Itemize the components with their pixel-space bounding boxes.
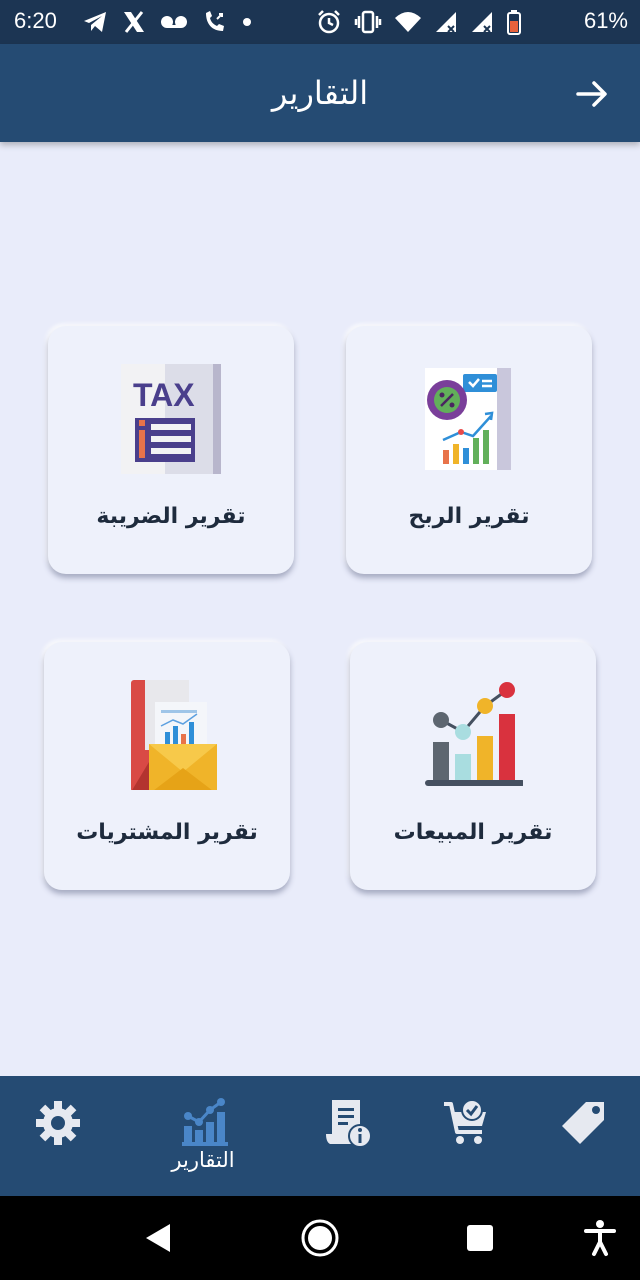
system-recents-button[interactable]: [458, 1216, 502, 1260]
status-time: 6:20: [14, 8, 57, 33]
nav-invoice-info[interactable]: [292, 1076, 402, 1196]
sales-report-icon: [423, 680, 525, 790]
purchases-report-label: تقرير المشتريات: [76, 820, 258, 845]
home-circle-icon: [301, 1219, 339, 1257]
app-bar: التقارير: [0, 44, 640, 142]
invoice-info-icon: [326, 1100, 372, 1148]
nav-reports[interactable]: التقارير: [148, 1076, 258, 1196]
battery-icon: [506, 9, 522, 35]
dot-icon: [242, 10, 252, 34]
system-home-button[interactable]: [298, 1216, 342, 1260]
profit-report-card[interactable]: تقرير الربح: [346, 326, 592, 574]
wifi-call-icon: [202, 10, 228, 34]
purchases-report-icon: [117, 680, 217, 794]
tax-report-icon: TAX: [121, 364, 221, 474]
tag-icon: [562, 1102, 604, 1144]
accessibility-icon: [584, 1220, 616, 1256]
sales-report-card[interactable]: تقرير المبيعات: [350, 642, 596, 890]
page-title: التقارير: [271, 74, 369, 112]
arrow-right-icon: [576, 81, 607, 107]
nav-settings[interactable]: [2, 1076, 112, 1196]
square-recents-icon: [467, 1225, 493, 1251]
status-bar: 6:20 61%: [0, 0, 640, 44]
bottom-nav: التقارير: [0, 1076, 640, 1196]
wifi-icon: [394, 10, 422, 34]
profit-report-label: تقرير الربح: [408, 504, 530, 529]
tax-icon-text: TAX: [133, 377, 195, 413]
signal-icon: [470, 10, 494, 34]
vibrate-icon: [354, 9, 382, 35]
back-button[interactable]: [574, 76, 610, 112]
accessibility-button[interactable]: [578, 1216, 622, 1260]
settings-icon: [36, 1101, 80, 1145]
alarm-icon: [316, 9, 342, 35]
system-nav-bar: [0, 1196, 640, 1280]
sales-report-label: تقرير المبيعات: [393, 820, 553, 845]
nav-cart[interactable]: [410, 1076, 520, 1196]
triangle-back-icon: [146, 1224, 170, 1252]
battery-percentage: 61%: [583, 8, 628, 33]
tax-report-label: تقرير الضريبة: [96, 504, 246, 529]
cart-check-icon: [444, 1099, 486, 1144]
system-back-button[interactable]: [138, 1216, 182, 1260]
tax-report-card[interactable]: TAX تقرير الضريبة: [48, 326, 294, 574]
telegram-icon: [82, 10, 108, 34]
reports-icon: [182, 1098, 228, 1146]
nav-tag[interactable]: [528, 1076, 638, 1196]
voicemail-icon: [160, 10, 188, 34]
nav-reports-label: التقارير: [171, 1148, 235, 1172]
profit-report-icon: [419, 364, 519, 474]
signal-icon: [434, 10, 458, 34]
purchases-report-card[interactable]: تقرير المشتريات: [44, 642, 290, 890]
x-icon: [122, 10, 146, 34]
